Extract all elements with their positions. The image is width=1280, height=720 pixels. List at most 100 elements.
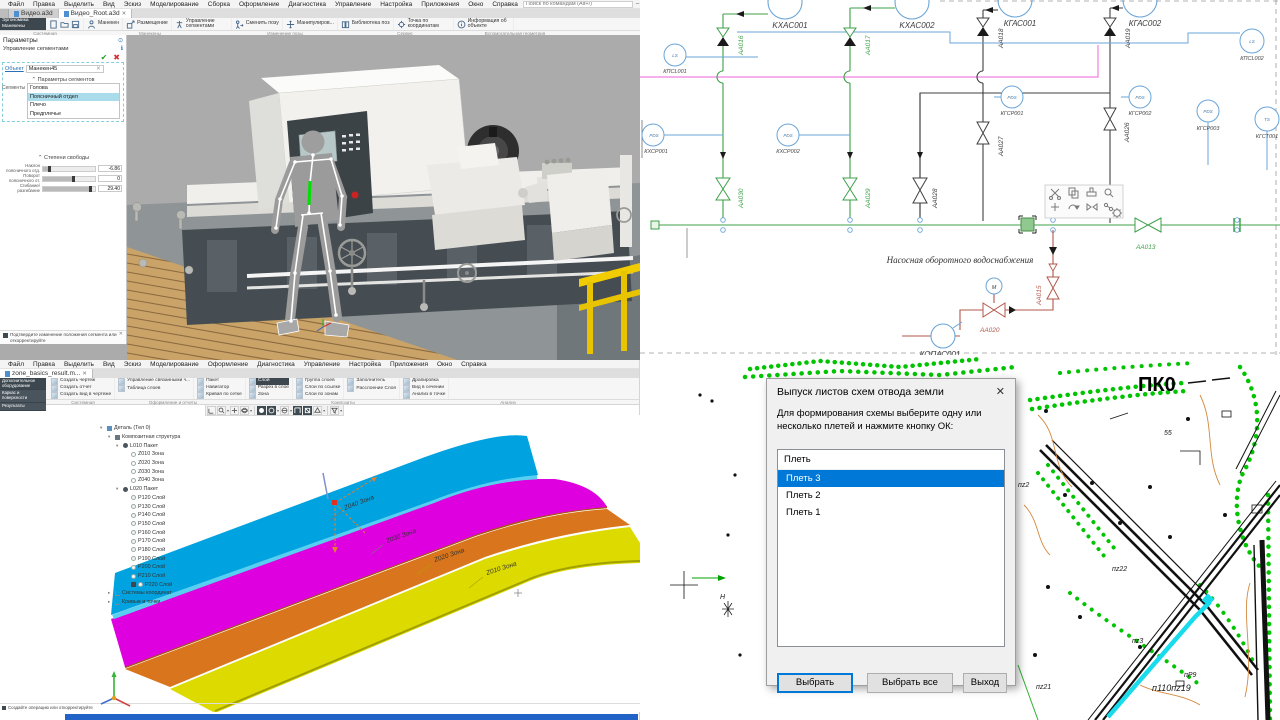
menu-applications[interactable]: Приложения <box>386 361 432 368</box>
layer-tool[interactable]: Слой <box>249 378 289 385</box>
layer-table[interactable]: Таблица слоев <box>118 385 190 392</box>
pan-icon[interactable] <box>230 406 239 415</box>
dialog-close-icon[interactable]: ✕ <box>994 385 1007 398</box>
tree-item[interactable]: Z010 Зона <box>100 450 285 459</box>
menu-modeling[interactable]: Моделирование <box>146 361 203 368</box>
zoom-icon[interactable] <box>217 406 226 415</box>
command-search-input[interactable] <box>523 1 633 8</box>
menu-edit[interactable]: Правка <box>29 1 59 8</box>
ribbon-point-by-coordinates[interactable]: Точка по координатам <box>394 18 454 30</box>
menu-file[interactable]: Файл <box>4 1 28 8</box>
menu-drafting[interactable]: Оформление <box>204 361 252 368</box>
layer-split[interactable]: Расслоение Слоя <box>347 385 396 392</box>
slider-value[interactable]: 29.40 <box>98 185 122 192</box>
menu-applications[interactable]: Приложения <box>417 1 463 8</box>
save-icon[interactable] <box>71 20 80 29</box>
menu-management[interactable]: Управление <box>300 361 344 368</box>
workset-mode-button[interactable]: Эргономика Манекены <box>0 18 46 30</box>
section-view[interactable]: Вид в сечении <box>403 385 445 392</box>
help-icon[interactable]: ℹ <box>121 45 123 52</box>
zone-tool[interactable]: Зона <box>249 392 289 399</box>
tree-item[interactable]: P120 Слой <box>100 494 285 503</box>
cancel-icon[interactable]: ✖ <box>113 54 120 62</box>
create-report[interactable]: Создать отчет <box>51 385 111 392</box>
menu-sketch[interactable]: Эскиз <box>120 1 145 8</box>
panel-options-icon[interactable]: ⊙ <box>118 37 123 44</box>
menu-select[interactable]: Выделить <box>60 1 98 8</box>
tree-item[interactable]: P150 Слой <box>100 520 285 529</box>
menu-help[interactable]: Справка <box>457 361 491 368</box>
create-drawing[interactable]: Создать чертеж <box>51 378 111 385</box>
select-button[interactable]: Выбрать <box>777 673 853 693</box>
filter-icon[interactable] <box>330 406 339 415</box>
tree-item[interactable]: Z040 Зона <box>100 476 285 485</box>
mode-frame-surfaces[interactable]: Каркас и поверхности <box>0 390 46 402</box>
menu-edit[interactable]: Правка <box>29 361 59 368</box>
menu-modeling[interactable]: Моделирование <box>146 1 203 8</box>
tree-item[interactable]: ▾L010 Пакет <box>100 441 285 450</box>
object-link[interactable]: Объект <box>5 66 24 72</box>
tree-item[interactable]: P170 Слой <box>100 537 285 546</box>
tl-3d-viewport[interactable] <box>127 35 640 360</box>
layers-by-zones[interactable]: Слои по зонам <box>296 392 340 399</box>
tree-item[interactable]: P140 Слой <box>100 511 285 520</box>
tree-item[interactable]: P180 Слой <box>100 546 285 555</box>
tree-item[interactable]: ▸Системы координат <box>100 589 285 598</box>
slider-value[interactable]: 0 <box>98 175 122 182</box>
segment-item-forearm[interactable]: Предплечье <box>28 110 119 119</box>
tree-item[interactable]: ▾L020 Пакет <box>100 485 285 494</box>
section-in-layer[interactable]: Разрез в слое <box>249 385 289 392</box>
doc-tab-video-root[interactable]: Видео_Root.a3d✕ <box>59 9 133 18</box>
menu-view[interactable]: Вид <box>99 1 119 8</box>
mode-results[interactable]: Результаты <box>0 403 46 411</box>
list-item-plet1[interactable]: Плеть 1 <box>778 504 1004 521</box>
layer-group[interactable]: Группа слоев <box>296 378 340 385</box>
orbit-icon[interactable] <box>240 406 249 415</box>
hidden-lines-icon[interactable] <box>280 406 289 415</box>
dof-section-header[interactable]: ⌃ Степени свободы <box>0 153 127 162</box>
menu-management[interactable]: Управление <box>331 1 375 8</box>
menu-diagnostics[interactable]: Диагностика <box>284 1 330 8</box>
menu-file[interactable]: Файл <box>4 361 28 368</box>
menu-assembly[interactable]: Сборка <box>204 1 234 8</box>
minimize-icon[interactable]: – <box>636 1 639 7</box>
ribbon-placement[interactable]: Размещение <box>123 18 172 30</box>
list-item-plet3[interactable]: Плеть 3 <box>778 470 1004 487</box>
create-view[interactable]: Создать вид в чертеже <box>51 392 111 399</box>
menu-settings[interactable]: Настройка <box>376 1 416 8</box>
open-document-icon[interactable] <box>60 20 69 29</box>
list-item-plet2[interactable]: Плеть 2 <box>778 487 1004 504</box>
tree-item[interactable]: P130 Слой <box>100 502 285 511</box>
ribbon-pose-library[interactable]: Библиотека поз <box>338 18 394 30</box>
tree-item[interactable]: P210 Слой <box>100 572 285 581</box>
filler[interactable]: Заполнитель <box>347 378 396 385</box>
exit-button[interactable]: Выход <box>963 673 1007 693</box>
layers-by-link[interactable]: Слои по ссылке <box>296 385 340 392</box>
doc-tab-video[interactable]: Видео.a3d <box>9 9 59 18</box>
segment-item-head[interactable]: Голова <box>28 84 119 93</box>
point-analysis[interactable]: Анализ в точке <box>403 392 445 399</box>
section-view-icon[interactable] <box>293 406 302 415</box>
linked-docs[interactable]: Управление связанными ч... <box>118 378 190 385</box>
pid-schematic-view[interactable]: LS LS PDS PDS PDS PDS PDS TS КПСL001 КПС… <box>640 0 1280 360</box>
mode-extra-equipment[interactable]: Дополнительное оборудование <box>0 378 46 390</box>
taskbar-strip[interactable] <box>65 714 638 720</box>
menu-view[interactable]: Вид <box>99 361 119 368</box>
segment-item-shoulder[interactable]: Плечо <box>28 101 119 110</box>
ribbon-change-pose[interactable]: Сменить позу <box>232 18 283 30</box>
tree-item[interactable]: P200 Слой <box>100 563 285 572</box>
orientation-icon[interactable] <box>207 406 216 415</box>
object-input[interactable]: Манекен45✕ <box>26 65 104 73</box>
flex-slider[interactable] <box>42 186 96 192</box>
shaded-mode-icon[interactable] <box>257 406 266 415</box>
new-document-icon[interactable] <box>49 20 58 29</box>
menu-drafting[interactable]: Оформление <box>235 1 283 8</box>
display-mode-icon[interactable] <box>267 406 276 415</box>
menu-sketch[interactable]: Эскиз <box>120 361 145 368</box>
tilt-slider[interactable] <box>42 166 96 172</box>
tree-item-editing[interactable]: P220 Слой <box>100 580 285 589</box>
ribbon-manipulate[interactable]: Манипулиров... <box>283 18 338 30</box>
draping[interactable]: Драпировка <box>403 378 445 385</box>
clip-view-icon[interactable] <box>303 406 312 415</box>
selected-element[interactable] <box>1019 216 1036 233</box>
